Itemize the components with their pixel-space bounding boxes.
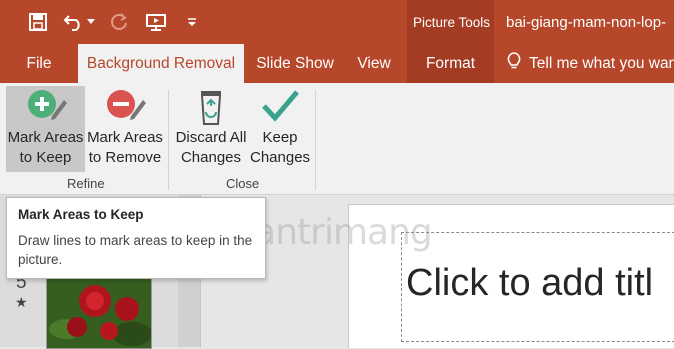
mark-remove-label-2: to Remove bbox=[88, 149, 162, 166]
group-divider bbox=[168, 90, 169, 190]
discard-label-2: Changes bbox=[180, 149, 242, 166]
keep-changes-button[interactable]: Keep Changes bbox=[250, 86, 310, 172]
present-icon[interactable] bbox=[144, 10, 168, 34]
group-label-close: Close bbox=[226, 176, 260, 191]
mark-keep-label-2: to Keep bbox=[19, 149, 72, 166]
recycle-bin-icon bbox=[189, 86, 233, 126]
discard-all-changes-button[interactable]: Discard All Changes bbox=[172, 86, 250, 172]
customize-icon[interactable] bbox=[180, 10, 204, 34]
rose-image bbox=[47, 279, 151, 348]
tab-slide-show-label: Slide Show bbox=[256, 54, 334, 72]
tab-file-label: File bbox=[26, 54, 52, 72]
tab-view-label: View bbox=[357, 54, 391, 72]
tell-me-text: Tell me what you want bbox=[529, 54, 674, 72]
tooltip-title: Mark Areas to Keep bbox=[18, 207, 144, 222]
mark-keep-icon bbox=[24, 86, 68, 126]
mark-areas-to-keep-button[interactable]: Mark Areas to Keep bbox=[6, 86, 85, 172]
undo-dropdown-icon[interactable] bbox=[84, 10, 98, 34]
slide-star-icon: ★ bbox=[15, 294, 28, 310]
tab-slide-show[interactable]: Slide Show bbox=[244, 44, 346, 83]
tell-me-box[interactable]: Tell me what you want bbox=[505, 44, 674, 83]
checkmark-icon bbox=[258, 86, 302, 126]
group-divider-2 bbox=[315, 90, 316, 190]
mark-remove-icon bbox=[103, 86, 147, 126]
group-label-refine: Refine bbox=[67, 176, 105, 191]
tab-view[interactable]: View bbox=[346, 44, 402, 83]
tab-background-removal[interactable]: Background Removal bbox=[78, 44, 244, 83]
tab-background-removal-label: Background Removal bbox=[86, 54, 236, 72]
redo-icon[interactable] bbox=[107, 10, 131, 34]
save-icon[interactable] bbox=[26, 10, 50, 34]
mark-keep-label-1: Mark Areas bbox=[7, 129, 84, 146]
discard-label-1: Discard All bbox=[175, 129, 247, 146]
keep-label-2: Changes bbox=[250, 149, 311, 166]
tab-format[interactable]: Format bbox=[407, 44, 494, 83]
tooltip: Mark Areas to Keep Draw lines to mark ar… bbox=[6, 197, 266, 279]
tooltip-description: Draw lines to mark areas to keep in the … bbox=[18, 233, 253, 267]
document-title: bai-giang-mam-non-lop- bbox=[506, 14, 667, 31]
mark-remove-label-1: Mark Areas bbox=[87, 129, 163, 146]
tab-file[interactable]: File bbox=[0, 44, 78, 83]
keep-label-1: Keep bbox=[262, 129, 298, 146]
context-tab-header: Picture Tools bbox=[413, 15, 491, 30]
tab-format-label: Format bbox=[425, 54, 476, 72]
lightbulb-icon bbox=[505, 51, 523, 76]
title-placeholder-text[interactable]: Click to add titl bbox=[406, 262, 653, 305]
slide-thumbnail[interactable] bbox=[46, 278, 152, 349]
mark-areas-to-remove-button[interactable]: Mark Areas to Remove bbox=[86, 86, 164, 172]
undo-icon[interactable] bbox=[62, 10, 86, 34]
